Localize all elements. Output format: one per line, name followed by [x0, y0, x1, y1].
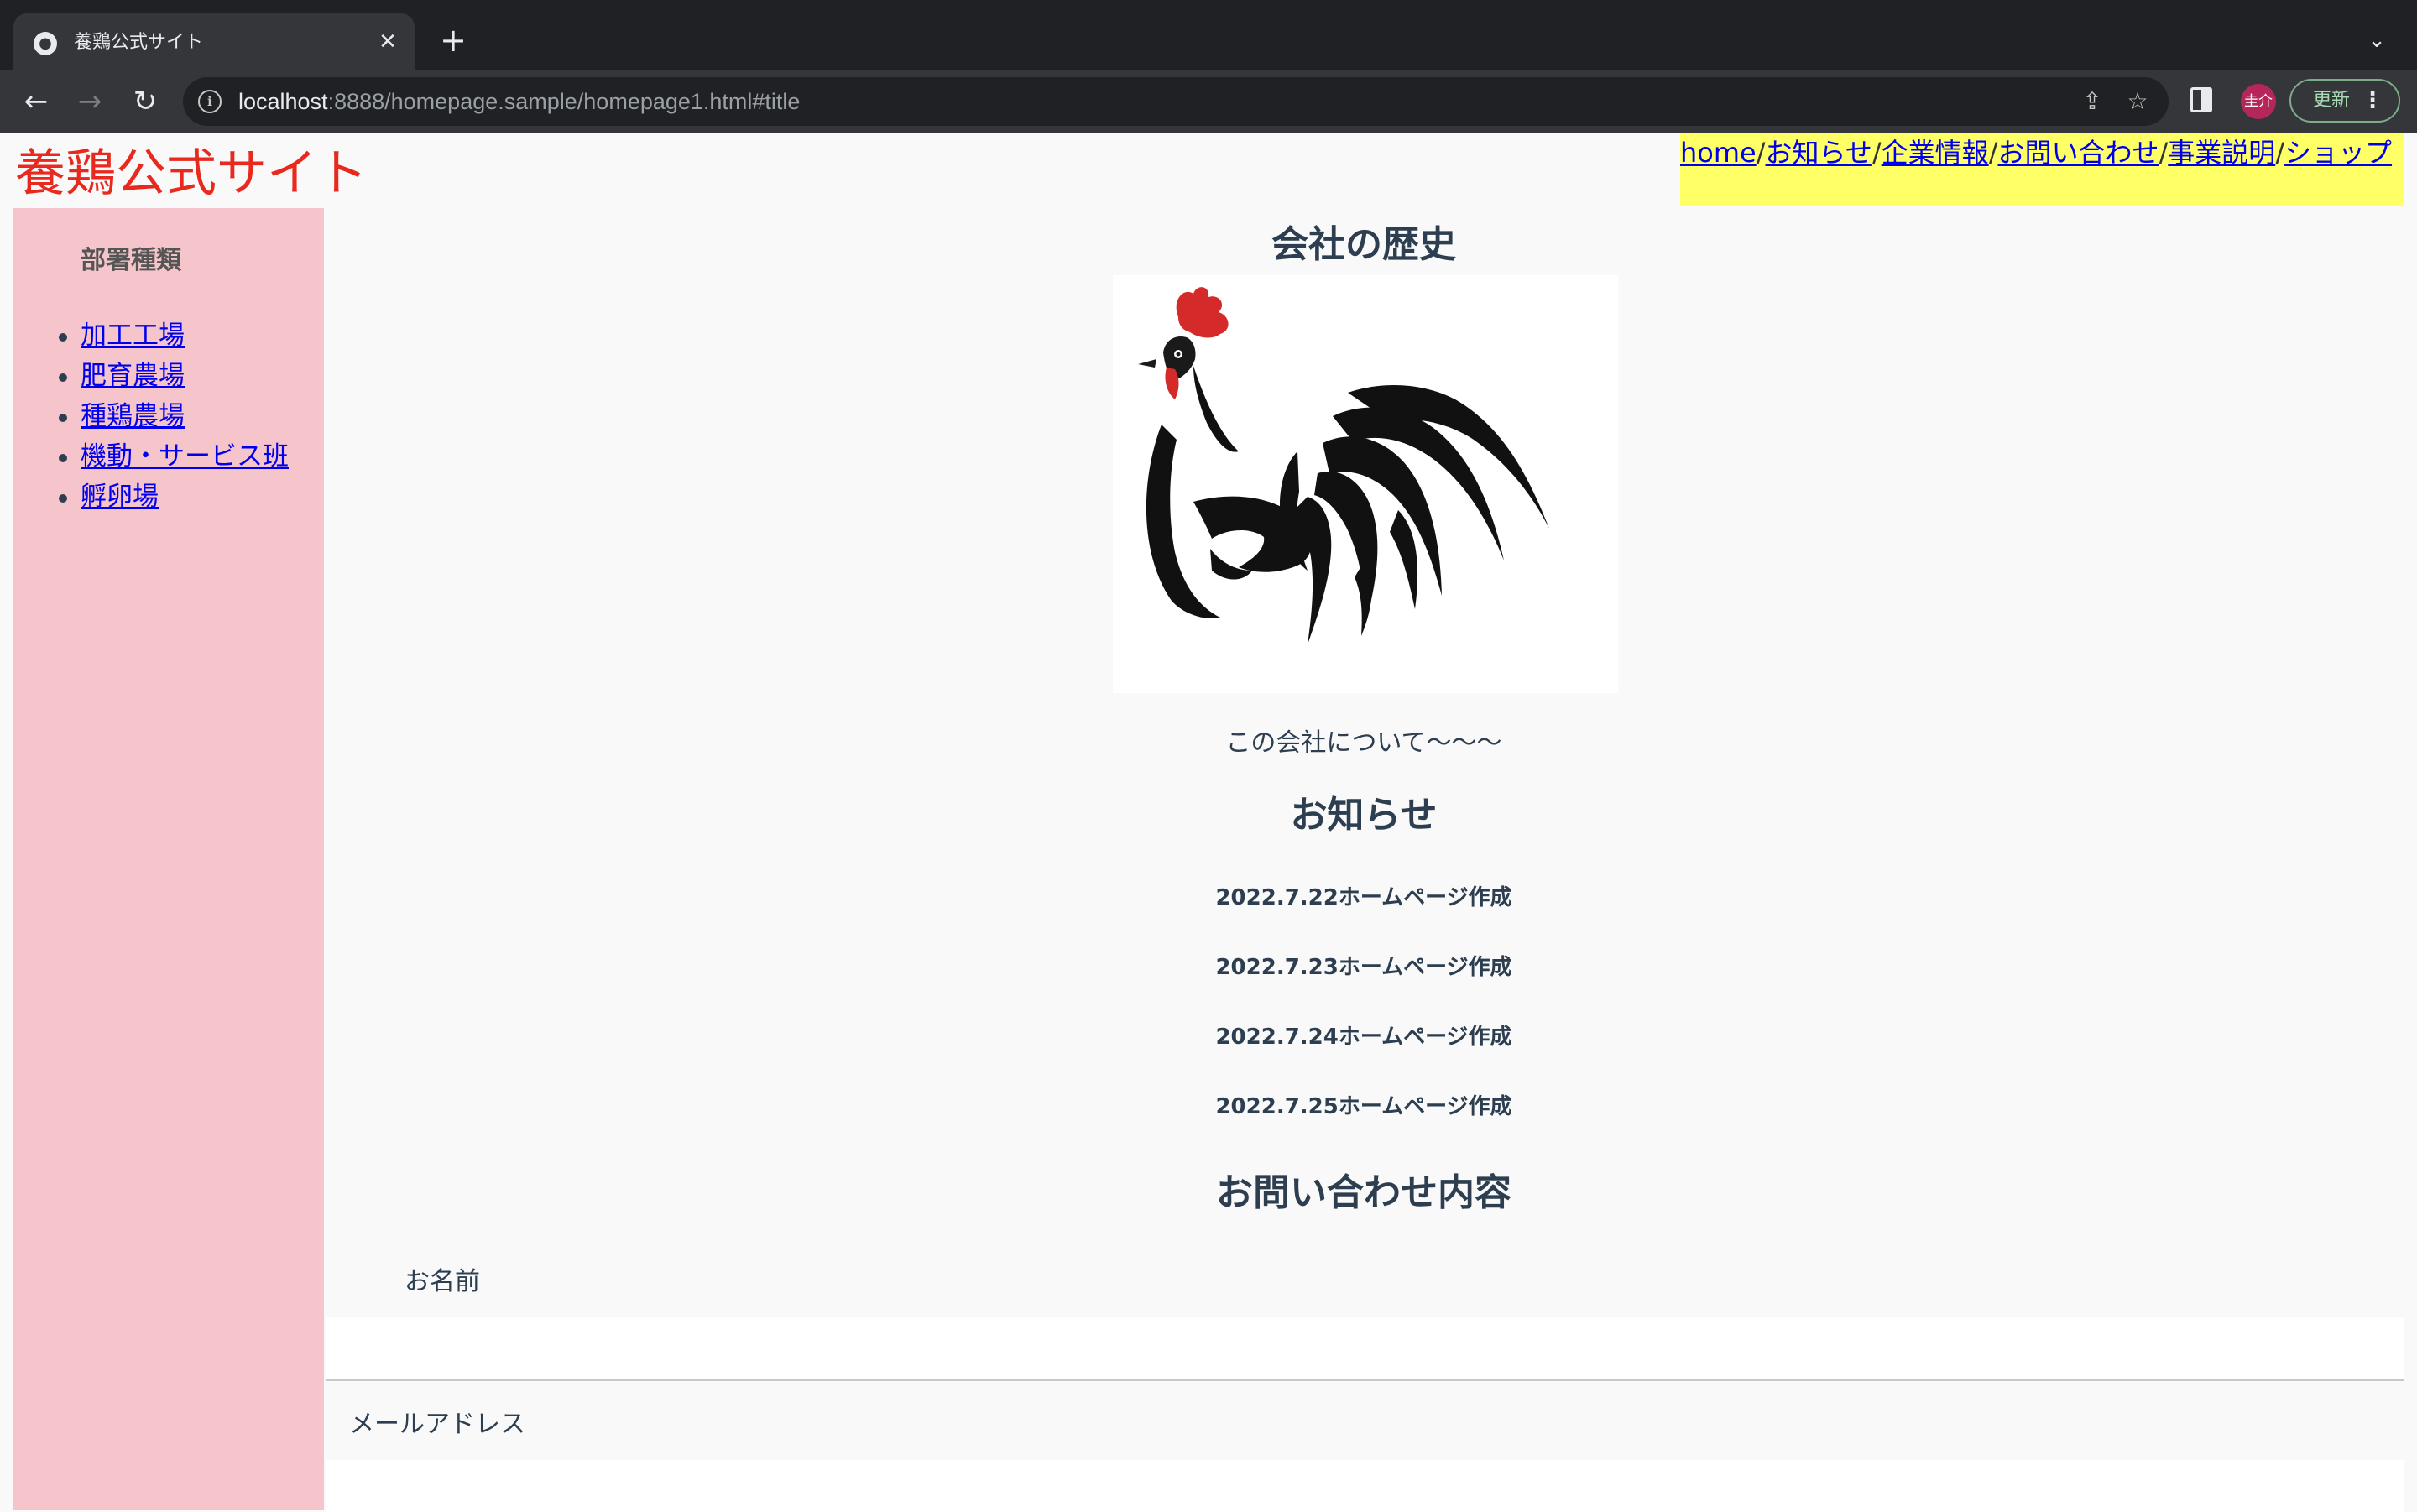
update-button[interactable]: 更新 ⋮ — [2289, 79, 2400, 123]
sidebar-link[interactable]: 加工工場 — [81, 321, 185, 351]
about-text: この会社について〜〜〜 — [1225, 728, 1502, 758]
nav-separator: / — [2275, 137, 2285, 169]
nav-link-contact[interactable]: お問い合わせ — [1997, 137, 2159, 169]
side-panel-icon[interactable] — [2190, 87, 2212, 112]
browser-tab-strip: ● 養鶏公式サイト ✕ + ⌄ — [0, 0, 2417, 70]
more-menu-icon[interactable]: ⋮ — [2362, 81, 2383, 121]
reload-icon[interactable]: ↻ — [124, 81, 166, 123]
sidebar-item-hatchery: 孵卵場 — [59, 477, 289, 517]
bookmark-star-icon[interactable]: ☆ — [2122, 86, 2153, 117]
nav-link-news[interactable]: お知らせ — [1766, 137, 1872, 169]
forward-arrow-icon[interactable]: → — [69, 81, 111, 123]
rooster-illustration — [1138, 287, 1549, 644]
sidebar-item-breeder-farm: 種鶏農場 — [59, 396, 289, 436]
news-heading: お知らせ — [1290, 794, 1438, 837]
address-bar[interactable]: i localhost:8888/homepage.sample/homepag… — [183, 77, 2169, 126]
news-item: 2022.7.22ホームページ作成 — [1215, 885, 1512, 910]
department-list: 加工工場 肥育農場 種鶏農場 機動・サービス班 孵卵場 — [13, 315, 289, 517]
url-host: localhost — [238, 89, 328, 114]
email-input[interactable] — [326, 1460, 2404, 1512]
nav-separator: / — [1756, 137, 1766, 169]
rooster-image — [1113, 275, 1618, 693]
close-tab-icon[interactable]: ✕ — [373, 27, 403, 57]
sidebar-item-fattening-farm: 肥育農場 — [59, 356, 289, 396]
nav-link-home[interactable]: home — [1680, 137, 1757, 169]
nav-link-shop[interactable]: ショップ — [2284, 137, 2392, 169]
tab-search-chevron-icon[interactable]: ⌄ — [2358, 22, 2395, 59]
tab-title: 養鶏公式サイト — [74, 32, 204, 53]
nav-link-business[interactable]: 事業説明 — [2168, 137, 2275, 169]
email-label: メールアドレス — [349, 1410, 525, 1439]
browser-tab[interactable]: ● 養鶏公式サイト ✕ — [13, 13, 415, 70]
site-title: 養鶏公式サイト — [15, 144, 368, 203]
name-input[interactable] — [326, 1317, 2404, 1381]
nav-link-company-info[interactable]: 企業情報 — [1882, 137, 1989, 169]
sidebar-link[interactable]: 孵卵場 — [81, 482, 159, 512]
profile-avatar[interactable]: 圭介 — [2241, 84, 2276, 119]
sidebar-item-mobile-service: 機動・サービス班 — [59, 436, 289, 477]
top-navigation: home/お知らせ/企業情報/お問い合わせ/事業説明/ショップ — [1680, 133, 2404, 206]
browser-toolbar: ← → ↻ i localhost:8888/homepage.sample/h… — [0, 70, 2417, 134]
nav-separator: / — [1988, 137, 1998, 169]
sidebar: 部署種類 加工工場 肥育農場 種鶏農場 機動・サービス班 孵卵場 — [13, 208, 324, 1510]
history-heading: 会社の歴史 — [1271, 223, 1456, 266]
news-item: 2022.7.24ホームページ作成 — [1215, 1025, 1512, 1050]
url-path: :8888/homepage.sample/homepage1.html#tit… — [327, 89, 801, 114]
contact-heading: お問い合わせ内容 — [1216, 1171, 1511, 1214]
sidebar-link[interactable]: 肥育農場 — [81, 361, 185, 391]
favicon-icon: ● — [34, 32, 57, 55]
sidebar-heading: 部署種類 — [81, 246, 181, 275]
new-tab-button[interactable]: + — [435, 22, 472, 59]
web-page: 養鶏公式サイト home/お知らせ/企業情報/お問い合わせ/事業説明/ショップ … — [0, 133, 2417, 1512]
nav-separator: / — [1871, 137, 1882, 169]
share-icon[interactable]: ⇪ — [2076, 86, 2108, 117]
sidebar-link[interactable]: 機動・サービス班 — [81, 441, 289, 472]
back-arrow-icon[interactable]: ← — [15, 81, 57, 123]
sidebar-item-processing-plant: 加工工場 — [59, 315, 289, 356]
sidebar-link[interactable]: 種鶏農場 — [81, 401, 185, 431]
main-content: 会社の歴史 この会社について〜〜〜 お知らせ 2022.7.22ホームページ作成… — [324, 208, 2404, 1512]
url-text[interactable]: localhost:8888/homepage.sample/homepage1… — [238, 87, 800, 116]
news-item: 2022.7.23ホームページ作成 — [1215, 955, 1512, 980]
name-label: お名前 — [405, 1267, 480, 1296]
site-info-icon[interactable]: i — [198, 90, 222, 113]
update-button-label: 更新 — [2313, 90, 2351, 111]
nav-separator: / — [2159, 137, 2169, 169]
news-item: 2022.7.25ホームページ作成 — [1215, 1094, 1512, 1119]
